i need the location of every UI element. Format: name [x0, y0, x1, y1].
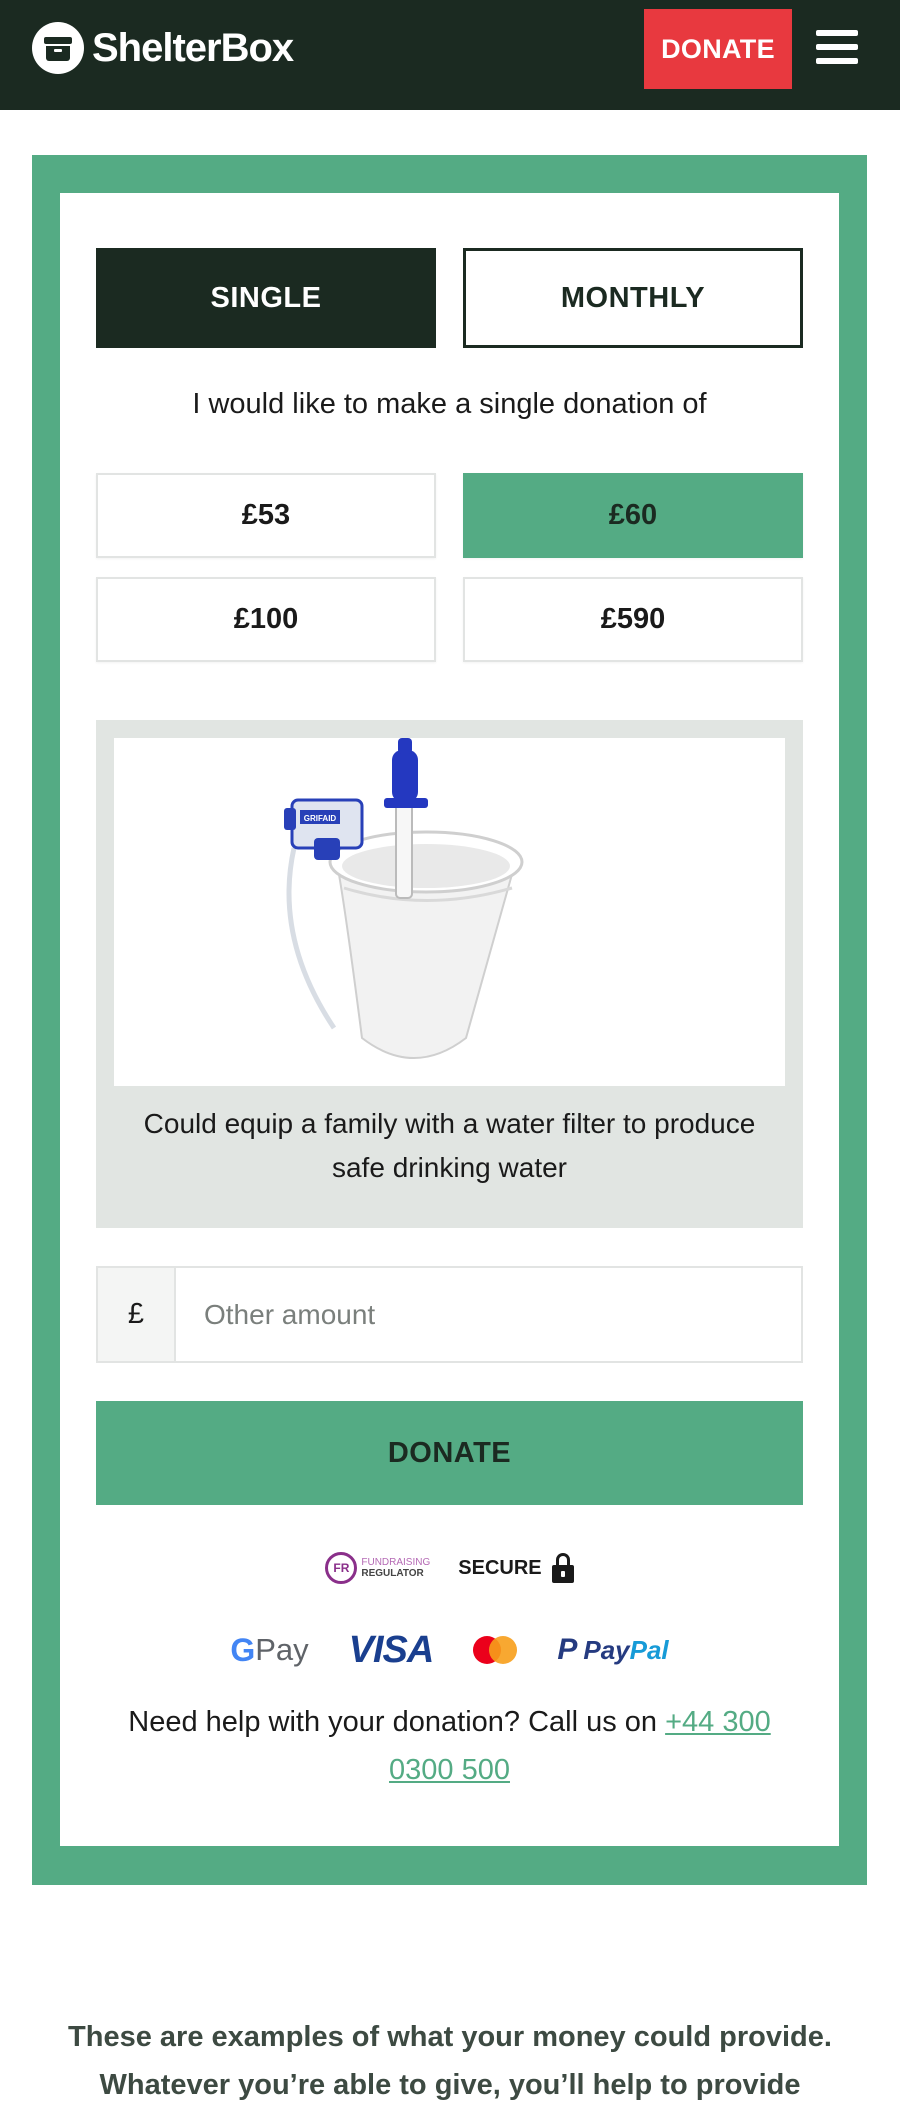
other-amount-field: £	[96, 1266, 803, 1363]
trust-badges: FR FUNDRAISING REGULATOR SECURE	[60, 1548, 839, 1588]
donate-button[interactable]: DONATE	[96, 1401, 803, 1505]
currency-symbol: £	[98, 1268, 176, 1361]
amount-option-100[interactable]: £100	[96, 577, 436, 662]
donation-frame: SINGLE MONTHLY I would like to make a si…	[32, 155, 867, 1885]
help-text: Need help with your donation? Call us on…	[120, 1698, 779, 1794]
visa-logo: VISA	[348, 1628, 435, 1671]
water-filter-image: GRIFAID	[114, 738, 785, 1086]
payment-methods: G Pay VISA P Pay Pal	[60, 1625, 839, 1675]
gpay-pay: Pay	[255, 1632, 309, 1667]
gpay-g: G	[230, 1631, 256, 1668]
header-donate-button[interactable]: DONATE	[644, 9, 792, 89]
secure-badge: SECURE	[458, 1553, 574, 1583]
device-label: GRIFAID	[304, 814, 337, 823]
impact-panel: GRIFAID Could equip a family with a wate…	[96, 720, 803, 1228]
examples-intro-text: These are examples of what your money co…	[68, 2021, 832, 2101]
fr-line1: FUNDRAISING	[361, 1557, 431, 1568]
fr-line2: REGULATOR	[361, 1568, 424, 1579]
mastercard-icon	[473, 1636, 518, 1664]
google-pay-logo: G Pay	[230, 1632, 308, 1669]
amount-option-53[interactable]: £53	[96, 473, 436, 558]
menu-icon[interactable]	[816, 28, 862, 66]
logo-text: ShelterBox	[92, 25, 294, 70]
single-toggle-button[interactable]: SINGLE	[96, 248, 436, 348]
donation-intro-text: I would like to make a single donation o…	[192, 388, 707, 420]
amount-option-60[interactable]: £60	[463, 473, 803, 558]
fundraising-regulator-logo: FR FUNDRAISING REGULATOR	[325, 1552, 430, 1584]
shelterbox-logo[interactable]: ShelterBox	[32, 20, 294, 76]
amount-option-590[interactable]: £590	[463, 577, 803, 662]
paypal-pay: Pay	[583, 1634, 630, 1665]
paypal-pal: Pal	[629, 1634, 669, 1665]
secure-label: SECURE	[458, 1556, 542, 1579]
site-header: ShelterBox DONATE	[0, 0, 900, 110]
help-prefix: Need help with your donation? Call us on	[128, 1706, 666, 1738]
paypal-p-icon: P	[557, 1633, 578, 1666]
impact-description: Could equip a family with a water filter…	[143, 1108, 756, 1183]
paypal-logo: P Pay Pal	[557, 1633, 668, 1667]
fr-badge-icon: FR	[325, 1552, 358, 1584]
donation-card: SINGLE MONTHLY I would like to make a si…	[60, 193, 839, 1846]
lock-icon	[551, 1553, 574, 1583]
box-icon	[32, 22, 84, 74]
monthly-toggle-button[interactable]: MONTHLY	[463, 248, 803, 348]
other-amount-input[interactable]	[176, 1268, 801, 1361]
